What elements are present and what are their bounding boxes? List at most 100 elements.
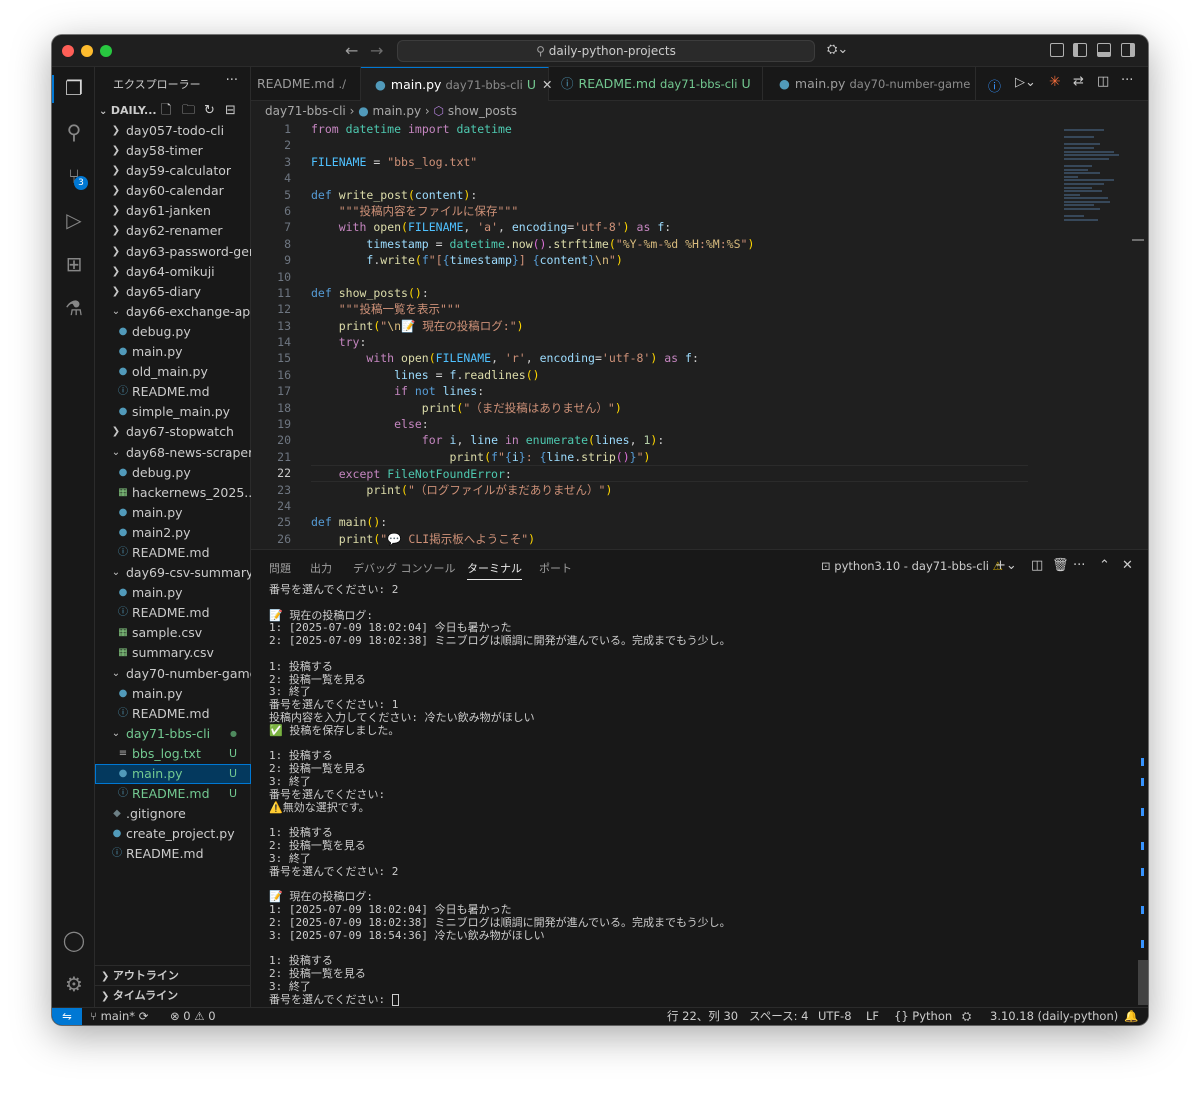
- arrow-left-icon[interactable]: ←: [345, 41, 358, 60]
- tab-main-py-day70[interactable]: ● main.py day70-number-game: [763, 67, 976, 101]
- scrollbar-marker[interactable]: [1132, 239, 1144, 241]
- info-icon[interactable]: ⓘ: [988, 76, 1001, 95]
- new-terminal-icon[interactable]: +⌄: [995, 558, 1017, 573]
- file-item[interactable]: ● main.py: [95, 684, 251, 704]
- file-item[interactable]: ● main.py: [95, 342, 251, 362]
- breadcrumb-file[interactable]: main.py: [373, 104, 422, 118]
- file-item[interactable]: ● debug.py: [95, 322, 251, 342]
- folder-item[interactable]: ❯ day58-timer: [95, 141, 251, 161]
- timeline-section[interactable]: ❯ タイムライン: [95, 985, 251, 1005]
- breadcrumb-symbol[interactable]: show_posts: [448, 104, 517, 118]
- tab-terminal[interactable]: ターミナル: [467, 560, 522, 580]
- workspace-root[interactable]: ⌄ DAILY... 🗋 🗀 ↻ ⊟: [99, 101, 251, 121]
- folder-item[interactable]: ⌄ day70-number-game: [95, 664, 251, 684]
- file-item[interactable]: ⓘ README.md: [95, 603, 251, 623]
- more-actions-icon[interactable]: ···: [226, 73, 238, 88]
- file-item[interactable]: ● main.py: [95, 583, 251, 603]
- file-item[interactable]: ≡ bbs_log.txt U: [95, 744, 251, 764]
- run-debug-icon[interactable]: ▷: [61, 207, 87, 233]
- toggle-sidebar-icon[interactable]: [1073, 43, 1087, 57]
- terminal-selector[interactable]: ⊡ python3.10 - day71-bbs-cli ⚠: [821, 559, 1003, 573]
- tab-main-py-day71[interactable]: ● main.py day71-bbs-cli U ✕: [361, 67, 553, 101]
- bell-icon[interactable]: 🔔: [1124, 1008, 1138, 1025]
- file-item[interactable]: ◆ .gitignore: [95, 804, 251, 824]
- file-item[interactable]: ⓘ README.md: [95, 704, 251, 724]
- line-ending[interactable]: LF: [866, 1008, 879, 1025]
- file-item[interactable]: ⓘ README.md: [95, 844, 251, 864]
- testing-icon[interactable]: ⚗: [61, 295, 87, 321]
- trash-icon[interactable]: 🗑: [1052, 558, 1069, 573]
- split-editor-icon[interactable]: ◫: [1097, 74, 1109, 89]
- outline-section[interactable]: ❯ アウトライン: [95, 965, 251, 985]
- breadcrumb-folder[interactable]: day71-bbs-cli: [265, 104, 346, 118]
- tab-readme-day71[interactable]: ⓘ README.md day71-bbs-cli U: [549, 67, 763, 101]
- customize-layout-icon[interactable]: [1050, 43, 1064, 57]
- folder-item[interactable]: ❯ day67-stopwatch: [95, 422, 251, 442]
- extensions-icon[interactable]: ⊞: [61, 251, 87, 277]
- copilot-icon[interactable]: ⛭⌄: [827, 42, 848, 57]
- branch-indicator[interactable]: ⑂ main* ⟳: [90, 1008, 148, 1025]
- encoding[interactable]: UTF-8: [818, 1008, 852, 1025]
- split-terminal-icon[interactable]: ◫: [1031, 558, 1043, 573]
- tab-readme-root[interactable]: README.md ./: [251, 67, 361, 101]
- folder-item[interactable]: ❯ day64-omikuji: [95, 262, 251, 282]
- cursor-position[interactable]: 行 22、列 30: [667, 1008, 738, 1025]
- file-item[interactable]: ⓘ README.md: [95, 382, 251, 402]
- new-file-icon[interactable]: 🗋: [161, 101, 171, 121]
- folder-item[interactable]: ⌄ day69-csv-summary: [95, 563, 251, 583]
- file-item[interactable]: ▦ summary.csv: [95, 643, 251, 663]
- close-icon[interactable]: ✕: [1122, 558, 1133, 573]
- file-item[interactable]: ⓘ README.md U: [95, 784, 251, 804]
- tab-ports[interactable]: ポート: [539, 560, 572, 576]
- folder-item[interactable]: ❯ day63-password-gen: [95, 242, 251, 262]
- folder-item[interactable]: ❯ day057-todo-cli: [95, 121, 251, 141]
- minimap[interactable]: [1064, 129, 1124, 239]
- run-python-icon[interactable]: ▷⌄: [1015, 75, 1036, 90]
- tab-output[interactable]: 出力: [310, 560, 332, 576]
- folder-item[interactable]: ❯ day59-calculator: [95, 161, 251, 181]
- more-actions-icon[interactable]: ···: [1121, 73, 1133, 88]
- file-item[interactable]: ▦ hackernews_2025...: [95, 483, 251, 503]
- folder-item[interactable]: ❯ day62-renamer: [95, 221, 251, 241]
- file-item[interactable]: ● debug.py: [95, 463, 251, 483]
- collapse-all-icon[interactable]: ⊟: [225, 101, 236, 121]
- problems-indicator[interactable]: ⊗ 0 ⚠ 0: [170, 1008, 216, 1025]
- terminal-prompt-line[interactable]: 番号を選んでください:: [269, 993, 1129, 1007]
- more-actions-icon[interactable]: ···: [1073, 558, 1085, 573]
- copilot-icon[interactable]: ⛭: [962, 1008, 971, 1025]
- search-icon[interactable]: ⚲: [61, 119, 87, 145]
- folder-item[interactable]: ❯ day60-calendar: [95, 181, 251, 201]
- folder-item[interactable]: ⌄ day66-exchange-api: [95, 302, 251, 322]
- new-folder-icon[interactable]: 🗀: [182, 101, 195, 121]
- toggle-panel-icon[interactable]: [1097, 43, 1111, 57]
- minimize-window-button[interactable]: [81, 45, 93, 57]
- file-item[interactable]: ⓘ README.md: [95, 543, 251, 563]
- terminal-output[interactable]: 番号を選んでください: 2 📝 現在の投稿ログ: 1: [2025-07-09 1…: [269, 583, 1129, 1007]
- account-icon[interactable]: ◯: [61, 927, 87, 953]
- close-window-button[interactable]: [62, 45, 74, 57]
- folder-item[interactable]: ❯ day65-diary: [95, 282, 251, 302]
- code-content[interactable]: from datetime import datetime FILENAME =…: [311, 121, 1028, 547]
- compare-changes-icon[interactable]: ⇄: [1073, 74, 1084, 89]
- file-item[interactable]: ▦ sample.csv: [95, 623, 251, 643]
- folder-item[interactable]: ❯ day61-janken: [95, 201, 251, 221]
- folder-item[interactable]: ⌄ day71-bbs-cli ●: [95, 724, 251, 744]
- file-item[interactable]: ● main.py U: [95, 764, 251, 785]
- arrow-right-icon[interactable]: →: [370, 41, 383, 60]
- file-item[interactable]: ● old_main.py: [95, 362, 251, 382]
- gear-icon[interactable]: ⚙: [61, 971, 87, 997]
- command-center[interactable]: ⚲ daily-python-projects: [397, 40, 815, 62]
- folder-item[interactable]: ⌄ day68-news-scraper: [95, 443, 251, 463]
- toggle-secondary-sidebar-icon[interactable]: [1121, 43, 1135, 57]
- remote-indicator-icon[interactable]: ⇋: [52, 1008, 82, 1025]
- code-editor[interactable]: 1 2 3 4 5 6 7 8 9 10 11 12 13 14 15 16 17 18 19 20 21 22 23 24 2…: [251, 121, 1148, 549]
- sparkle-icon[interactable]: ✳: [1049, 74, 1061, 90]
- language-mode[interactable]: {} Python: [894, 1008, 952, 1025]
- tab-debug-console[interactable]: デバッグ コンソール: [353, 560, 456, 576]
- python-interpreter[interactable]: 3.10.18 (daily-python): [990, 1008, 1118, 1025]
- maximize-window-button[interactable]: [100, 45, 112, 57]
- explorer-icon[interactable]: ❐: [61, 75, 87, 101]
- tab-problems[interactable]: 問題: [269, 560, 291, 576]
- indentation[interactable]: スペース: 4: [749, 1008, 808, 1025]
- file-item[interactable]: ● main.py: [95, 503, 251, 523]
